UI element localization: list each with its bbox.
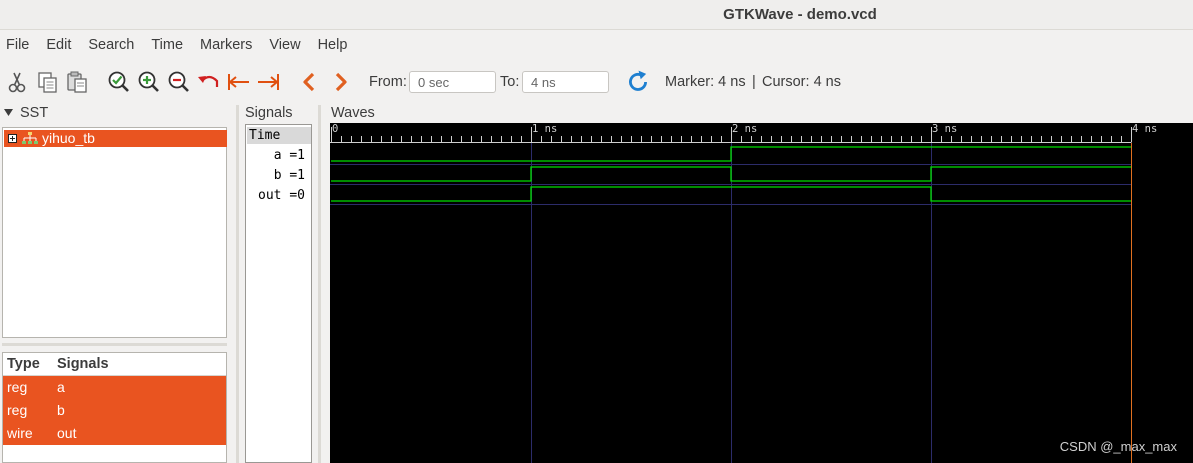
zoom-out-icon[interactable]	[167, 70, 191, 94]
from-field[interactable]	[409, 71, 496, 93]
zoom-to-start-icon[interactable]	[227, 70, 251, 94]
menu-markers[interactable]: Markers	[200, 37, 252, 53]
zoom-in-icon[interactable]	[137, 70, 161, 94]
row-signal: out	[57, 425, 77, 441]
toolbar: From: To: Marker: 4 ns | Cursor: 4 ns	[0, 62, 1193, 102]
window-title: GTKWave - demo.vcd	[723, 6, 877, 23]
ruler-tick-label: 4 ns	[1132, 123, 1157, 135]
ruler-tick-label: 2 ns	[732, 123, 757, 135]
row-type: reg	[7, 402, 28, 418]
column-header-signals[interactable]: Signals	[53, 353, 109, 375]
to-label: To:	[500, 74, 520, 90]
ruler-tick-label: 3 ns	[932, 123, 957, 135]
zoom-to-end-icon[interactable]	[256, 70, 280, 94]
previous-page-icon[interactable]	[298, 70, 322, 94]
table-header: Type Signals	[3, 353, 226, 376]
waveform-trace-a	[331, 146, 1131, 162]
sst-header: SST	[20, 105, 49, 121]
waveform-trace-b	[331, 166, 1131, 182]
undo-zoom-icon[interactable]	[197, 70, 221, 94]
to-field[interactable]	[522, 71, 609, 93]
next-page-icon[interactable]	[328, 70, 352, 94]
row-type: wire	[7, 425, 33, 441]
menu-time[interactable]: Time	[151, 37, 183, 53]
menu-file[interactable]: File	[6, 37, 29, 53]
row-signal: a	[57, 379, 65, 395]
paste-icon[interactable]	[65, 70, 89, 94]
sst-signals-splitter[interactable]	[236, 105, 239, 463]
tree-item-label: yihuo_tb	[42, 130, 95, 146]
signals-waves-splitter[interactable]	[318, 105, 321, 463]
menu-help[interactable]: Help	[318, 37, 348, 53]
signals-panel: Time a =1 b =1 out =0	[245, 124, 312, 463]
time-label: Time	[247, 127, 311, 144]
ruler-tick-label: 0	[332, 123, 338, 135]
row-type: reg	[7, 379, 28, 395]
waves-header: Waves	[331, 105, 375, 121]
signals-header: Signals	[245, 105, 293, 121]
signals-type-table: Type Signals reg a reg b wire out	[2, 352, 227, 463]
readout-separator: |	[752, 74, 756, 90]
table-row[interactable]: reg b	[3, 399, 226, 422]
table-row[interactable]: wire out	[3, 422, 226, 445]
from-label: From:	[369, 74, 407, 90]
signal-entry-a[interactable]: a =1	[274, 147, 305, 164]
waves-panel[interactable]: 0 1 ns 2 ns 3 ns 4 ns	[330, 123, 1193, 463]
title-bar: GTKWave - demo.vcd	[0, 0, 1193, 30]
sst-tree: yihuo_tb	[2, 127, 227, 338]
marker-readout: Marker: 4 ns	[665, 74, 746, 90]
menu-view[interactable]: View	[269, 37, 300, 53]
sst-pane-splitter[interactable]	[2, 343, 227, 346]
table-row[interactable]: reg a	[3, 376, 226, 399]
tree-item-yihuo-tb[interactable]: yihuo_tb	[4, 130, 227, 147]
row-signal: b	[57, 402, 65, 418]
signal-entry-b[interactable]: b =1	[274, 167, 305, 184]
menu-search[interactable]: Search	[88, 37, 134, 53]
module-hierarchy-icon	[22, 132, 38, 144]
copy-icon[interactable]	[36, 70, 60, 94]
menu-bar: File Edit Search Time Markers View Help	[0, 31, 1193, 59]
cursor-readout: Cursor: 4 ns	[762, 74, 841, 90]
cut-icon[interactable]	[6, 70, 30, 94]
reload-icon[interactable]	[625, 69, 651, 95]
waveform-canvas[interactable]: 0 1 ns 2 ns 3 ns 4 ns	[330, 123, 1193, 463]
expand-icon[interactable]	[8, 134, 17, 143]
sst-collapse-icon[interactable]	[4, 109, 14, 117]
menu-edit[interactable]: Edit	[46, 37, 71, 53]
ruler-tick-label: 1 ns	[532, 123, 557, 135]
signal-entry-out[interactable]: out =0	[258, 187, 305, 204]
zoom-fit-icon[interactable]	[107, 70, 131, 94]
column-header-type[interactable]: Type	[3, 353, 53, 375]
watermark: CSDN @_max_max	[1059, 439, 1177, 454]
